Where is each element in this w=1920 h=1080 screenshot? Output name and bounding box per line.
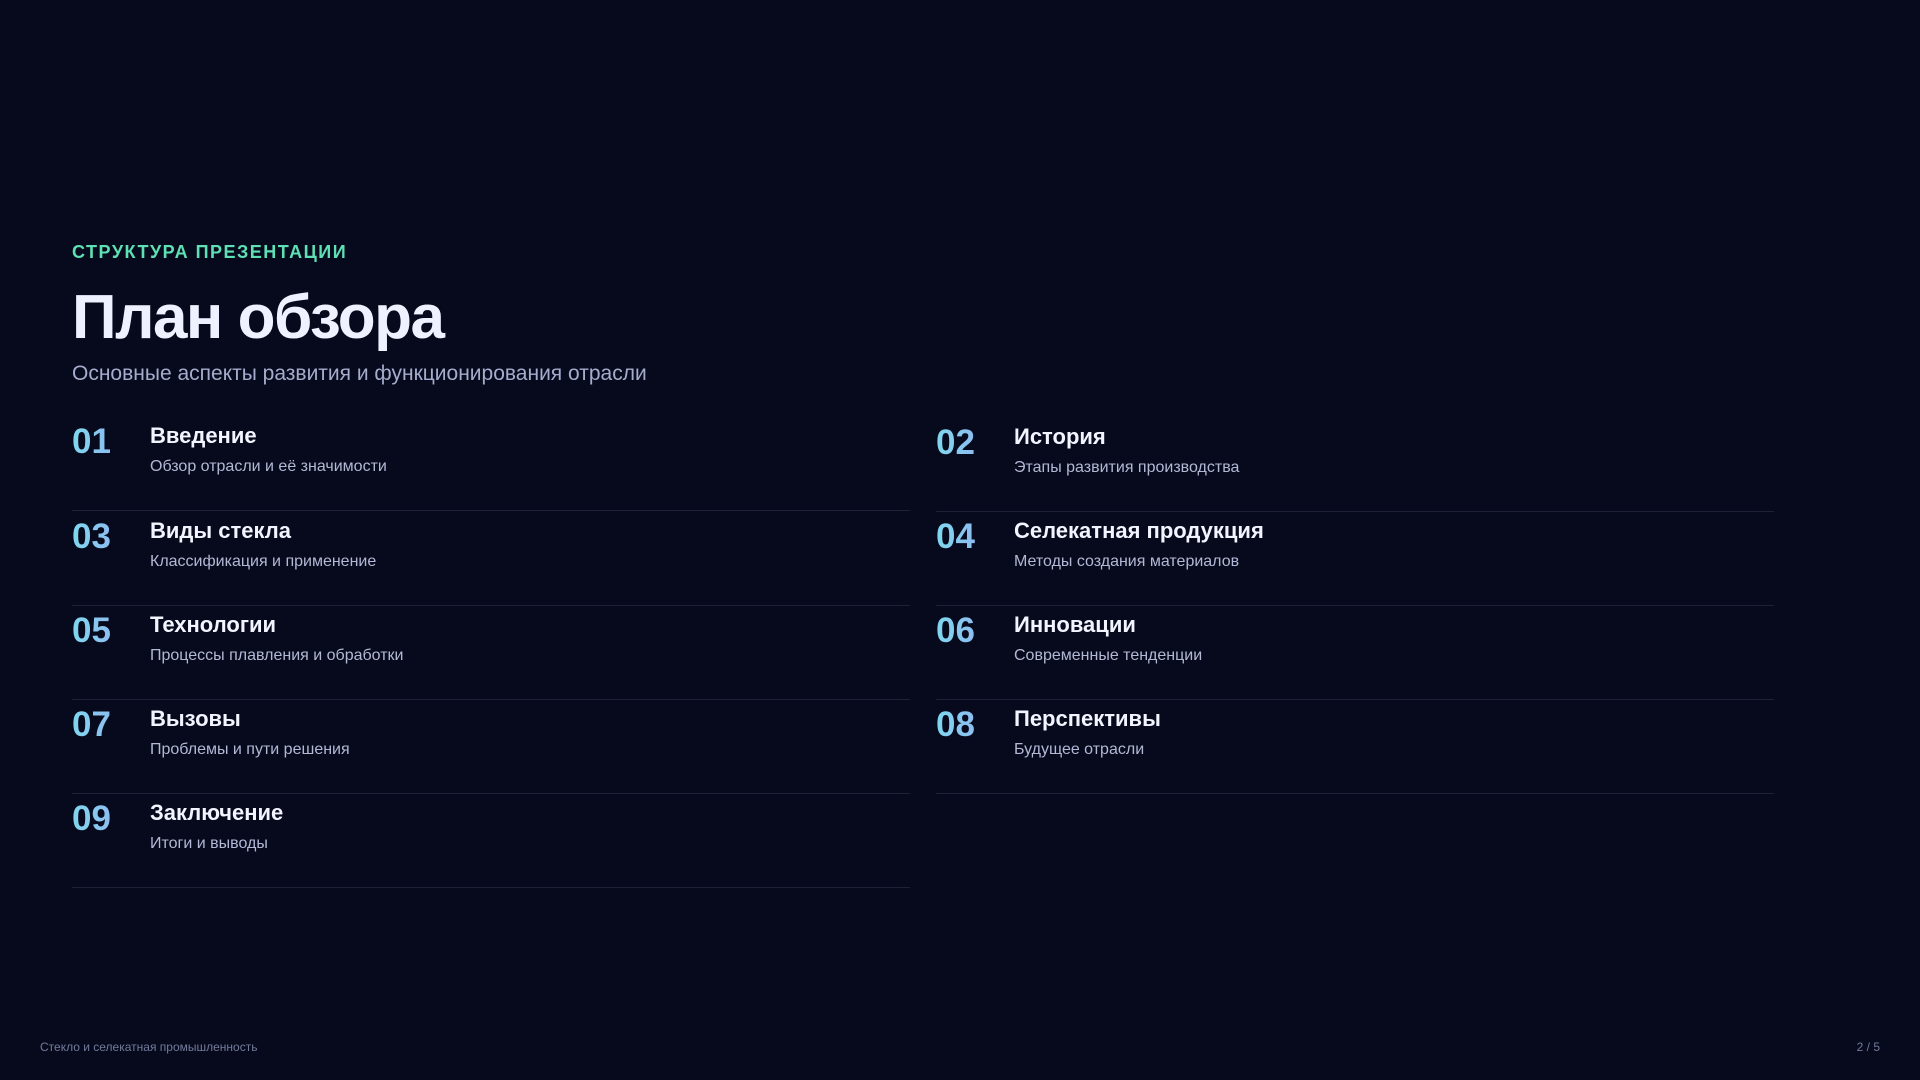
agenda-item-number: 09 xyxy=(72,799,150,839)
agenda-item-number: 07 xyxy=(72,705,150,745)
page-title: План обзора xyxy=(72,283,445,352)
slide-content: СТРУКТУРА ПРЕЗЕНТАЦИИ План обзора Основн… xyxy=(72,240,1774,888)
page-subtitle: Основные аспекты развития и функциониров… xyxy=(72,362,647,385)
agenda-item-description: Будущее отрасли xyxy=(1014,741,1145,758)
agenda-item: 09 Заключение Итоги и выводы xyxy=(72,795,910,888)
agenda-item-description: Проблемы и пути решения xyxy=(150,741,350,758)
agenda-item-description: Методы создания материалов xyxy=(1014,553,1240,570)
agenda-item-title: Перспективы xyxy=(1014,706,1161,731)
slide: СТРУКТУРА ПРЕЗЕНТАЦИИ План обзора Основн… xyxy=(0,0,1920,1080)
agenda-item-number: 06 xyxy=(936,611,1014,651)
footer-presentation-title: Стекло и селекатная промышленность xyxy=(40,1040,258,1054)
agenda-item-number: 08 xyxy=(936,705,1014,745)
agenda-item-description: Процессы плавления и обработки xyxy=(150,647,404,664)
agenda-item-title: Технологии xyxy=(150,612,277,637)
agenda-item-title: Инновации xyxy=(1014,612,1136,637)
agenda-item-number: 05 xyxy=(72,611,150,651)
agenda-item-title: История xyxy=(1014,424,1106,449)
agenda-item: 05 Технологии Процессы плавления и обраб… xyxy=(72,607,910,700)
agenda-item-description: Современные тенденции xyxy=(1014,647,1203,664)
agenda-item-description: Обзор отрасли и её значимости xyxy=(150,458,387,475)
agenda-item-title: Селекатная продукция xyxy=(1014,518,1264,543)
agenda-item-number: 01 xyxy=(72,422,150,462)
agenda-item-description: Этапы развития производства xyxy=(1014,459,1240,476)
footer-page-number: 2 / 5 xyxy=(1856,1040,1880,1054)
agenda-item-number: 03 xyxy=(72,517,150,557)
agenda-item: 06 Инновации Современные тенденции xyxy=(936,607,1774,700)
agenda-item-description: Классификация и применение xyxy=(150,553,377,570)
agenda-item-title: Вызовы xyxy=(150,706,241,731)
agenda-item: 08 Перспективы Будущее отрасли xyxy=(936,701,1774,794)
agenda-item-number: 04 xyxy=(936,517,1014,557)
agenda-item-title: Виды стекла xyxy=(150,518,292,543)
agenda-item: 02 История Этапы развития производства xyxy=(936,419,1774,512)
section-eyebrow: СТРУКТУРА ПРЕЗЕНТАЦИИ xyxy=(72,242,348,262)
agenda-item-title: Введение xyxy=(150,423,257,448)
agenda-grid: 01 Введение Обзор отрасли и её значимост… xyxy=(72,418,1774,888)
agenda-item: 01 Введение Обзор отрасли и её значимост… xyxy=(72,418,910,511)
agenda-item-number: 02 xyxy=(936,423,1014,463)
agenda-item: 07 Вызовы Проблемы и пути решения xyxy=(72,701,910,794)
agenda-item-title: Заключение xyxy=(150,800,284,825)
agenda-item: 04 Селекатная продукция Методы создания … xyxy=(936,513,1774,606)
agenda-item-description: Итоги и выводы xyxy=(150,835,268,852)
agenda-item: 03 Виды стекла Классификация и применени… xyxy=(72,513,910,606)
